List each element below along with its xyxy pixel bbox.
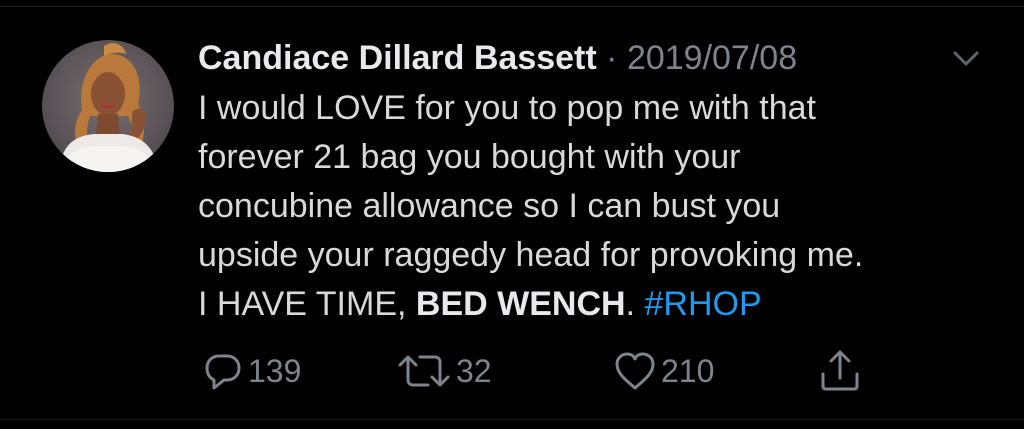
reply-bubble-icon [205,354,241,390]
tweet-text-line: I would LOVE for you to pop me with that [198,89,816,127]
tweet-text: I would LOVE for you to pop me with that… [198,84,998,329]
tweet-actions: 139 32 210 [0,346,1024,396]
reply-button[interactable]: 139 [202,346,301,396]
like-count: 210 [661,352,715,389]
avatar[interactable] [42,40,174,172]
tweet-card[interactable]: Candiace Dillard Bassett · 2019/07/08 I … [0,0,1024,429]
share-upload-icon [821,350,859,391]
like-button[interactable]: 210 [613,346,714,396]
tweet-text-line: forever 21 bag you bought with your [198,138,741,176]
retweet-arrows-icon [398,355,450,387]
tweet-text-segment: I HAVE TIME, [198,285,416,323]
retweet-button[interactable]: 32 [396,346,492,396]
tweet-text-segment: . [625,285,645,323]
tweet-text-line: I HAVE TIME, BED WENCH. #RHOP [198,280,998,329]
tweet-header: Candiace Dillard Bassett · 2019/07/08 [198,36,797,80]
divider-top [0,6,1024,7]
tweet-bold-text: BED WENCH [415,285,626,323]
tweet-text-line: upside your raggedy head for provoking m… [198,236,864,274]
hashtag-link[interactable]: #RHOP [644,285,761,323]
heart-icon [615,352,655,390]
author-name[interactable]: Candiace Dillard Bassett [198,39,597,77]
tweet-date[interactable]: 2019/07/08 [627,39,797,77]
share-button[interactable] [818,346,862,396]
chevron-down-icon[interactable] [948,45,984,71]
profile-photo [60,43,158,172]
divider-bottom [0,419,1024,420]
header-separator: · [606,39,618,77]
retweet-count: 32 [456,352,492,389]
reply-count: 139 [248,352,302,389]
tweet-text-line: concubine allowance so I can bust you [198,187,781,225]
